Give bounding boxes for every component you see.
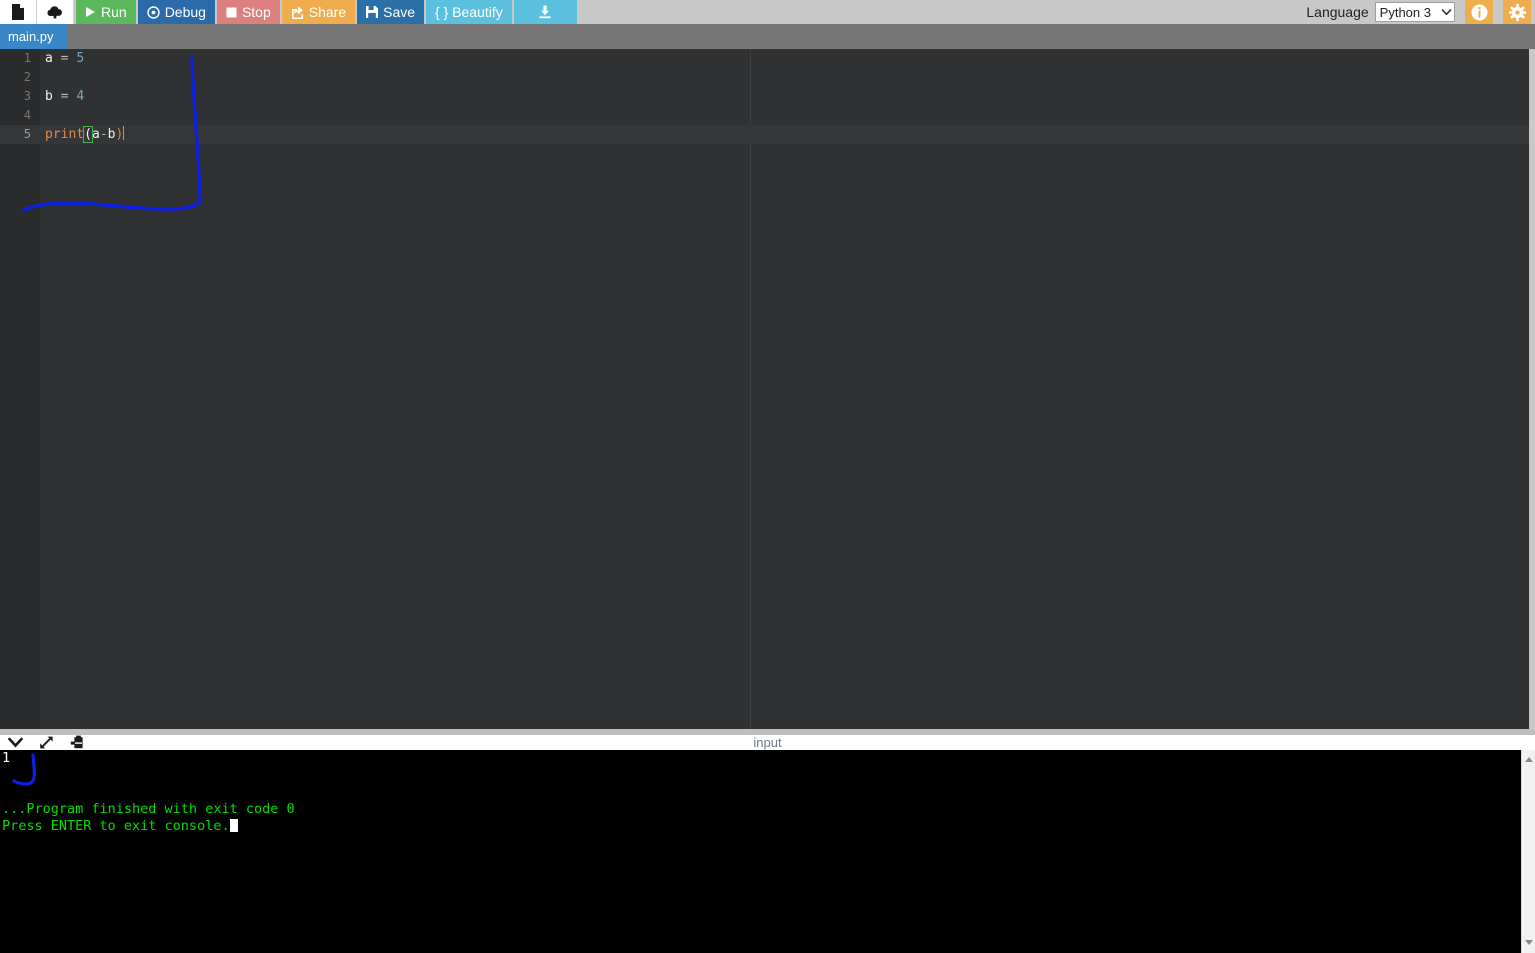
scroll-down-arrow-icon bbox=[1525, 939, 1533, 945]
upload-file-button[interactable] bbox=[37, 0, 74, 24]
run-button[interactable]: Run bbox=[76, 0, 136, 24]
main-toolbar: Run Debug Stop Share Save { } Beautify L… bbox=[0, 0, 1535, 24]
code-token-function: print bbox=[45, 127, 85, 142]
stop-square-icon bbox=[226, 7, 237, 17]
console-blank-2 bbox=[0, 784, 1521, 801]
text-cursor bbox=[123, 126, 125, 140]
save-button[interactable]: Save bbox=[357, 0, 425, 24]
stop-button-label: Stop bbox=[241, 4, 271, 20]
settings-button[interactable] bbox=[1503, 0, 1531, 24]
tab-main-py-label: main.py bbox=[8, 29, 54, 44]
beautify-button-label: { } Beautify bbox=[435, 4, 503, 20]
scrollbar-up-button[interactable] bbox=[1522, 752, 1535, 766]
new-file-button[interactable] bbox=[0, 0, 37, 24]
code-line-1: a = 5 bbox=[40, 49, 1529, 68]
language-selector-group: Language Python 3 bbox=[1306, 0, 1535, 24]
editor-gutter: 1 2 3 4 5 bbox=[0, 49, 40, 729]
code-token-number: 5 bbox=[76, 51, 85, 66]
debug-button-label: Debug bbox=[164, 4, 206, 20]
gear-icon bbox=[1508, 3, 1526, 21]
share-button-label: Share bbox=[308, 4, 347, 20]
document-icon bbox=[12, 4, 24, 20]
language-select[interactable]: Python 3 bbox=[1374, 2, 1455, 22]
code-token-op: = bbox=[52, 89, 77, 104]
console-cursor bbox=[229, 819, 238, 832]
line-number: 4 bbox=[23, 108, 31, 122]
console-prompt-message: Press ENTER to exit console. bbox=[0, 818, 1521, 835]
share-icon bbox=[291, 5, 303, 19]
code-token-arg-left: a bbox=[91, 127, 100, 142]
code-token-bracket-match: ( bbox=[83, 126, 93, 143]
save-button-label: Save bbox=[383, 4, 416, 20]
info-icon bbox=[1471, 4, 1487, 20]
code-token-op: = bbox=[52, 51, 77, 66]
console-finished-message: ...Program finished with exit code 0 bbox=[2, 801, 295, 817]
share-button[interactable]: Share bbox=[281, 0, 356, 24]
language-select-value: Python 3 bbox=[1379, 4, 1431, 20]
info-button[interactable] bbox=[1465, 0, 1493, 24]
line-number: 5 bbox=[0, 125, 40, 144]
debug-button[interactable]: Debug bbox=[137, 0, 215, 24]
code-token-number: 4 bbox=[76, 89, 85, 104]
floppy-save-icon bbox=[366, 6, 379, 18]
scroll-up-arrow-icon bbox=[1525, 756, 1533, 762]
line-number: 2 bbox=[23, 70, 31, 84]
download-icon bbox=[539, 5, 551, 19]
debug-target-icon bbox=[146, 5, 160, 19]
download-button[interactable] bbox=[513, 0, 577, 24]
code-token-var: b bbox=[45, 89, 53, 104]
console-prompt-text: Press ENTER to exit console. bbox=[2, 818, 230, 834]
console-header: input bbox=[0, 729, 1535, 750]
expand-arrows-icon bbox=[40, 736, 53, 749]
code-text-area[interactable]: a = 5 b = 4 print(a-b) bbox=[40, 49, 1529, 729]
editor-right-edge bbox=[1529, 49, 1535, 729]
beautify-button[interactable]: { } Beautify bbox=[426, 0, 512, 24]
line-number: 1 bbox=[23, 51, 31, 65]
line-number: 3 bbox=[23, 89, 31, 103]
scrollbar-down-button[interactable] bbox=[1522, 935, 1535, 949]
file-tab-bar: main.py bbox=[0, 24, 1535, 49]
tab-main-py[interactable]: main.py bbox=[0, 24, 68, 49]
upload-cloud-icon bbox=[47, 6, 62, 19]
play-icon bbox=[86, 7, 95, 17]
console-input-label: input bbox=[753, 735, 782, 750]
code-token-close-paren: ) bbox=[115, 127, 124, 142]
console-output[interactable]: 1 ...Program finished with exit code 0 P… bbox=[0, 750, 1521, 953]
clipboard-copy-icon bbox=[70, 735, 83, 749]
chevron-down-icon bbox=[1441, 9, 1452, 16]
code-token-var: a bbox=[45, 51, 53, 66]
code-line-5: print(a-b) bbox=[40, 125, 1529, 144]
console-blank-1 bbox=[0, 767, 1521, 784]
console-scrollbar[interactable] bbox=[1521, 750, 1535, 953]
stop-button[interactable]: Stop bbox=[216, 0, 280, 24]
run-button-label: Run bbox=[101, 4, 127, 20]
chevron-down-icon bbox=[8, 737, 23, 748]
code-line-3: b = 4 bbox=[40, 87, 1529, 106]
language-label: Language bbox=[1306, 4, 1369, 20]
code-editor[interactable]: 1 2 3 4 5 a = 5 b = 4 print(a-b) bbox=[0, 49, 1529, 729]
code-token-operator: - bbox=[99, 127, 108, 142]
console-program-output: 1 bbox=[2, 750, 11, 766]
